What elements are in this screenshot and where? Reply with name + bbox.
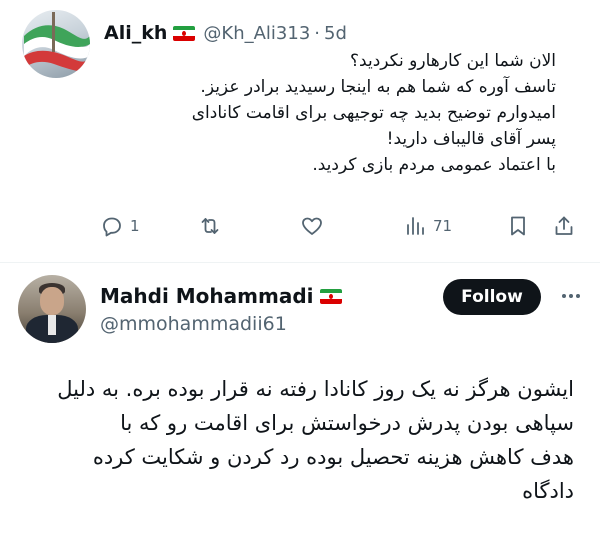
reply-text-line: امیدوارم توضیح بدید چه توجیهی برای اقامت…	[191, 103, 556, 123]
iran-flag-icon	[319, 288, 342, 304]
reply-header: Ali_kh @Kh_Ali313 · 5d	[104, 20, 347, 46]
iran-flag-icon	[173, 25, 196, 41]
tweet-divider	[0, 262, 600, 263]
views-icon	[407, 217, 424, 235]
main-tweet-text: ایشون هرگز نه یک روز کانادا رفته نه قرار…	[18, 372, 574, 508]
reply-text-line: با اعتماد عمومی مردم بازی کردید.	[312, 155, 556, 175]
share-button[interactable]	[552, 208, 576, 244]
main-text-line: دادگاه	[522, 479, 574, 503]
reply-timestamp[interactable]: 5d	[324, 23, 347, 44]
reply-author-name[interactable]: Ali_kh	[104, 22, 167, 44]
main-text-line: هدف کاهش هزینه تحصیل بوده رد کردن و شکای…	[92, 445, 574, 469]
reply-text: الان شما این کارهارو نکردید؟ تاسف آوره ک…	[86, 48, 556, 178]
reply-author-avatar[interactable]	[22, 10, 90, 78]
more-options-button[interactable]	[555, 284, 587, 308]
reply-text-line: تاسف آوره که شما هم به اینجا رسیدید براد…	[200, 77, 556, 97]
follow-button[interactable]: Follow	[443, 279, 541, 315]
separator-dot: ·	[314, 22, 321, 44]
reply-text-line: پسر آقای قالیباف دارید!	[386, 129, 556, 149]
avatar-flag-image	[24, 12, 90, 72]
reply-action-bar: 1 71	[100, 208, 580, 244]
main-author-header: Mahdi Mohammadi	[100, 283, 350, 309]
more-dot-icon	[562, 294, 566, 298]
reply-author-handle[interactable]: @Kh_Ali313	[203, 23, 310, 44]
reply-button[interactable]: 1	[100, 208, 140, 244]
reply-count: 1	[130, 217, 140, 235]
main-author-name[interactable]: Mahdi Mohammadi	[100, 284, 314, 308]
comment-icon	[103, 217, 121, 237]
reply-text-line: الان شما این کارهارو نکردید؟	[350, 51, 556, 71]
views-button[interactable]: 71	[403, 208, 452, 244]
repost-icon	[201, 218, 219, 234]
reply-tweet[interactable]: Ali_kh @Kh_Ali313 · 5d الان شما این کاره…	[0, 0, 600, 262]
share-icon	[555, 216, 573, 235]
main-text-line: ایشون هرگز نه یک روز کانادا رفته نه قرار…	[57, 377, 574, 401]
heart-icon	[302, 217, 322, 235]
bookmark-icon	[511, 216, 525, 236]
repost-button[interactable]	[198, 208, 228, 244]
like-button[interactable]	[300, 208, 330, 244]
main-author-avatar[interactable]	[18, 275, 86, 343]
main-author-handle[interactable]: @mmohammadii61	[100, 313, 287, 335]
bookmark-button[interactable]	[506, 208, 530, 244]
views-count: 71	[433, 217, 453, 235]
main-text-line: سپاهی بودن پدرش درخواستش برای اقامت رو ک…	[120, 411, 574, 435]
